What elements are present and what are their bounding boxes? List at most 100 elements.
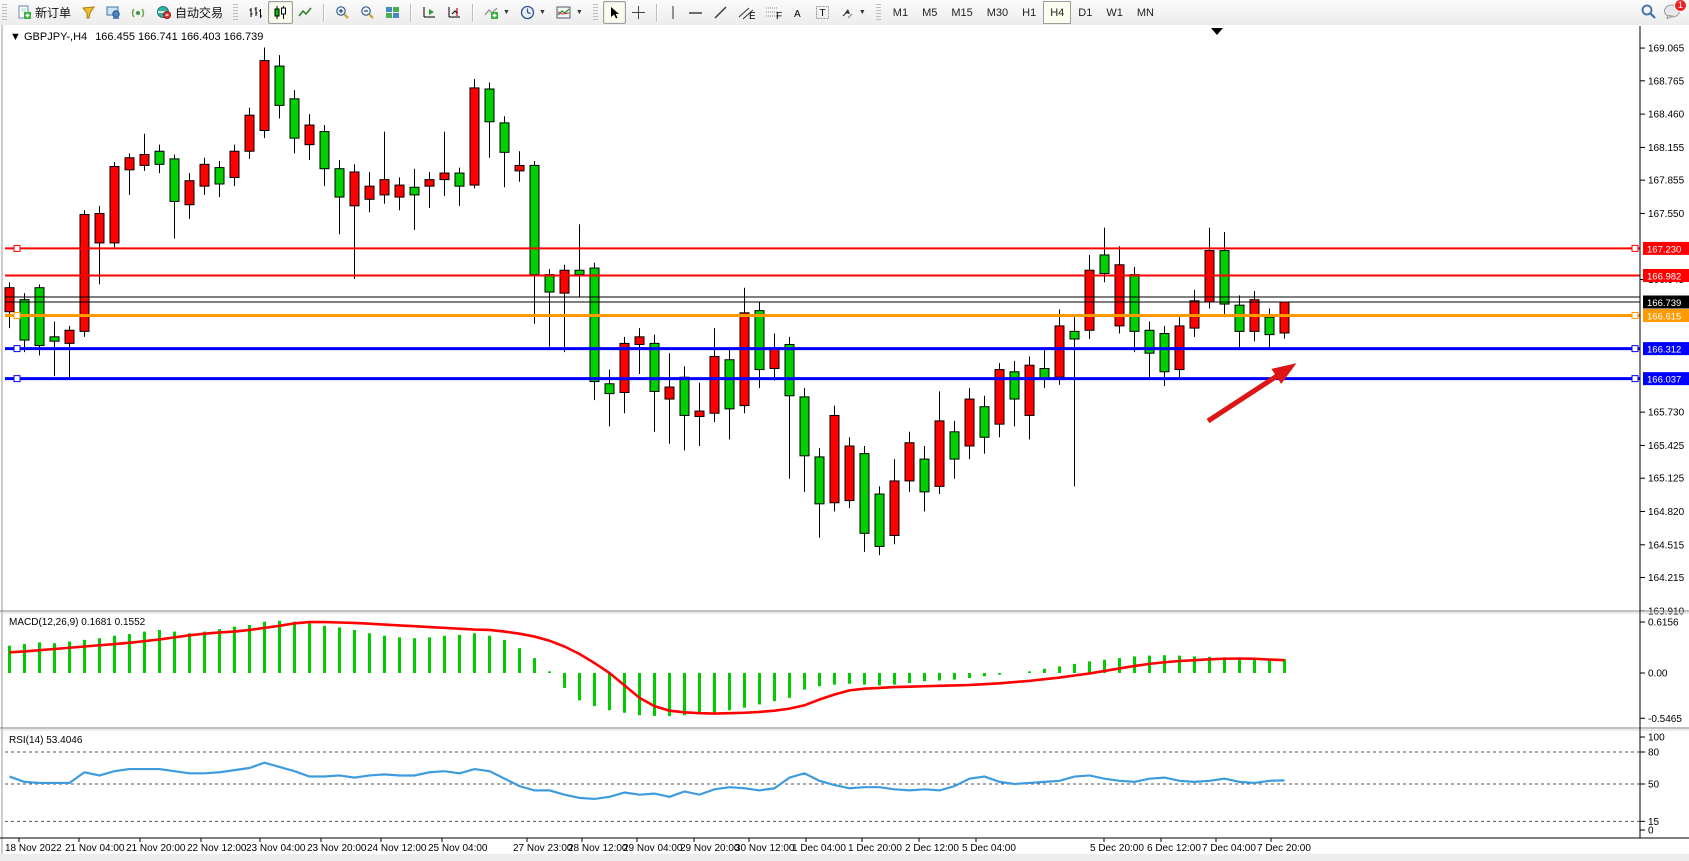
bar-chart-button[interactable] — [243, 1, 268, 24]
candle — [635, 337, 644, 345]
timeframe-m1-button[interactable]: M1 — [886, 1, 915, 24]
line-anchor[interactable] — [14, 313, 20, 319]
toolbar-drag-handle[interactable] — [2, 4, 7, 22]
new-order-icon — [17, 5, 32, 20]
text-tool-button[interactable]: A — [787, 1, 810, 24]
tile-windows-icon — [385, 5, 400, 20]
timeframe-toolbar: M1M5M15M30H1H4D1W1MN — [883, 1, 1164, 25]
time-tick-label: 1 Dec 04:00 — [792, 843, 846, 854]
notifications-button[interactable]: 1 — [1663, 3, 1681, 22]
line-anchor[interactable] — [14, 245, 20, 251]
candle — [560, 270, 569, 293]
candle — [590, 268, 599, 382]
auto-scroll-icon — [422, 5, 437, 20]
clock-icon — [520, 5, 535, 20]
candlestick-chart-button[interactable] — [268, 1, 293, 24]
candle — [470, 88, 479, 185]
funnel-button[interactable] — [76, 1, 101, 24]
candle — [1235, 305, 1244, 331]
market-watch-button[interactable] — [101, 1, 126, 24]
svg-text:T: T — [819, 8, 825, 19]
time-tick-label: 6 Dec 12:00 — [1147, 843, 1201, 854]
price-tick-label: 167.855 — [1648, 176, 1685, 187]
timeframe-m15-button[interactable]: M15 — [944, 1, 979, 24]
toolbar-drag-handle[interactable] — [593, 4, 598, 22]
zoom-in-button[interactable] — [330, 1, 355, 24]
candle — [455, 173, 464, 186]
arrows-tool-button[interactable]: ▼ — [835, 1, 871, 24]
line-anchor[interactable] — [14, 346, 20, 352]
svg-text:A: A — [794, 9, 801, 20]
line-anchor[interactable] — [1632, 376, 1638, 382]
line-chart-button[interactable] — [293, 1, 318, 24]
candle — [365, 186, 374, 199]
vertical-line-tool-button[interactable] — [663, 1, 683, 24]
toolbar-drag-handle[interactable] — [876, 4, 881, 22]
template-icon — [556, 5, 572, 20]
candle — [515, 165, 524, 170]
chevron-down-icon: ▼ — [859, 9, 866, 16]
equidistant-channel-icon: E — [738, 5, 755, 20]
timeframe-h4-button[interactable]: H4 — [1043, 1, 1071, 24]
auto-trading-button[interactable]: 自动交易 — [151, 1, 228, 24]
price-tick-label: 163.910 — [1648, 606, 1685, 617]
rsi-tick-label: 50 — [1648, 780, 1660, 791]
candle — [1265, 317, 1274, 334]
horizontal-line-tool-button[interactable] — [683, 1, 708, 24]
cursor-tool-button[interactable] — [603, 1, 626, 24]
toolbar-drag-handle[interactable] — [233, 4, 238, 22]
timeframe-d1-button[interactable]: D1 — [1071, 1, 1099, 24]
svg-text:E: E — [749, 11, 755, 20]
timeframe-m5-button[interactable]: M5 — [915, 1, 944, 24]
candle — [350, 172, 359, 206]
timeframe-mn-button[interactable]: MN — [1130, 1, 1161, 24]
chevron-down-icon: ▼ — [539, 9, 546, 16]
price-tick-label: 168.155 — [1648, 143, 1685, 154]
timeframe-h1-button[interactable]: H1 — [1015, 1, 1043, 24]
candle — [290, 99, 299, 138]
price-tick-label: 167.550 — [1648, 209, 1685, 220]
time-tick-label: 21 Nov 20:00 — [126, 843, 186, 854]
crosshair-tool-button[interactable] — [626, 1, 651, 24]
timeframe-m30-button[interactable]: M30 — [980, 1, 1015, 24]
line-chart-icon — [298, 5, 313, 20]
candle — [710, 356, 719, 413]
line-anchor[interactable] — [1632, 245, 1638, 251]
add-indicator-button[interactable]: ▼ — [479, 1, 515, 24]
price-tick-label: 164.515 — [1648, 540, 1685, 551]
funnel-icon — [81, 5, 96, 20]
text-label-tool-button[interactable]: T — [810, 1, 835, 24]
time-tick-label: 7 Dec 20:00 — [1257, 843, 1311, 854]
cursor-icon — [608, 6, 621, 20]
search-icon[interactable] — [1640, 3, 1657, 23]
candle — [800, 397, 809, 456]
line-anchor[interactable] — [14, 376, 20, 382]
candle — [275, 66, 284, 105]
candle — [1085, 270, 1094, 330]
tile-windows-button[interactable] — [380, 1, 405, 24]
auto-scroll-button[interactable] — [417, 1, 442, 24]
candle — [575, 270, 584, 274]
fibonacci-tool-button[interactable]: F — [760, 1, 787, 24]
fibonacci-icon: F — [765, 5, 782, 20]
chart-shift-button[interactable] — [442, 1, 467, 24]
periods-button[interactable]: ▼ — [515, 1, 551, 24]
chart-collapse-icon[interactable]: ▼ — [10, 31, 21, 43]
line-anchor[interactable] — [1632, 313, 1638, 319]
new-order-button[interactable]: 新订单 — [12, 1, 76, 24]
templates-button[interactable]: ▼ — [551, 1, 588, 24]
channel-tool-button[interactable]: E — [733, 1, 760, 24]
candle — [1220, 251, 1229, 304]
time-tick-label: 18 Nov 2022 — [5, 843, 62, 854]
signals-button[interactable] — [126, 1, 151, 24]
candle — [1055, 326, 1064, 377]
vertical-line-icon — [668, 5, 678, 20]
candle — [725, 360, 734, 409]
candle — [440, 173, 449, 180]
zoom-out-button[interactable] — [355, 1, 380, 24]
candle — [110, 167, 119, 243]
trendline-tool-button[interactable] — [708, 1, 733, 24]
timeframe-w1-button[interactable]: W1 — [1099, 1, 1130, 24]
line-anchor[interactable] — [1632, 346, 1638, 352]
time-tick-label: 21 Nov 04:00 — [65, 843, 125, 854]
